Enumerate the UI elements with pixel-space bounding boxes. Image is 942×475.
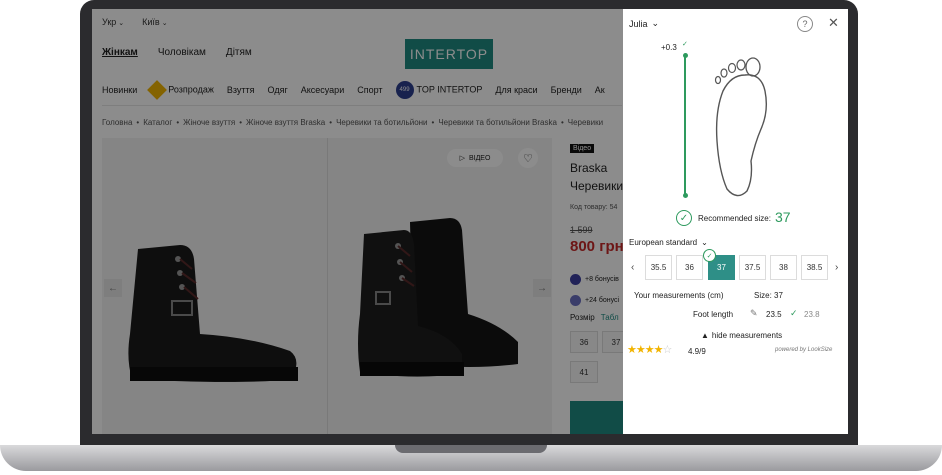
modal-overlay[interactable] [92, 9, 623, 434]
help-icon[interactable]: ? [797, 16, 813, 32]
selected-check-icon: ✓ [703, 249, 716, 262]
foot-length-label: Foot length [693, 310, 734, 319]
laptop-screen: Укр ⌄ Київ ⌄ Жінкам Чоловікам Дітям INTERT… [92, 9, 848, 434]
check-icon: ✓ [790, 308, 798, 318]
measurements-size: Size: 37 [754, 291, 783, 300]
size-option[interactable]: 38 [770, 255, 797, 280]
star-icon: ★ [644, 344, 655, 356]
size-advisor-panel: Julia ⌄ ? ✕ +0.3 ✓ ✓ Recommended size: 3… [623, 9, 848, 434]
offset-label: +0.3 [661, 43, 677, 52]
size-standard-select[interactable]: European standard ⌄ [629, 238, 708, 247]
foot-outline-icon [714, 57, 768, 197]
sizes-next-button[interactable]: › [835, 262, 838, 273]
size-option[interactable]: 37.5 [739, 255, 766, 280]
measure-line [684, 55, 686, 195]
caret-up-icon: ▲ [701, 331, 709, 340]
measure-dot [682, 193, 688, 198]
star-icon: ★ [653, 344, 664, 356]
store-page: Укр ⌄ Київ ⌄ Жінкам Чоловікам Дітям INTERT… [92, 9, 630, 434]
foot-length-reference: 23.8 [804, 310, 820, 319]
size-option[interactable]: 38.5 [801, 255, 828, 280]
measurements-title: Your measurements (cm) [634, 291, 724, 300]
size-option[interactable]: 36 [676, 255, 703, 280]
measure-dot [682, 53, 688, 58]
hide-measurements-button[interactable]: ▲ hide measurements [701, 331, 782, 340]
check-icon: ✓ [682, 41, 688, 48]
chevron-down-icon: ⌄ [651, 18, 660, 28]
close-icon[interactable]: ✕ [828, 15, 839, 31]
edit-pencil-icon[interactable]: ✎ [750, 308, 758, 319]
powered-by: powered by LookSize [775, 347, 833, 353]
chevron-right-icon: › [835, 262, 839, 273]
foot-length-value: 23.5 [766, 310, 782, 319]
size-option[interactable]: 35.5 [645, 255, 672, 280]
chevron-down-icon: ⌄ [701, 238, 708, 247]
star-icon: ★ [635, 344, 646, 356]
recommended-label: Recommended size: [698, 214, 771, 223]
sizes-prev-button[interactable]: ‹ [631, 262, 634, 273]
star-half-icon: ☆ [662, 344, 673, 356]
profile-select[interactable]: Julia ⌄ [629, 18, 659, 29]
chevron-left-icon: ‹ [631, 262, 635, 273]
rating-stars: ★★★★☆ [627, 343, 673, 356]
recommended-size: 37 [775, 209, 791, 225]
rating-value: 4.9/9 [688, 347, 706, 356]
recommended-check-icon: ✓ [676, 210, 692, 226]
laptop-notch [395, 445, 547, 453]
star-icon: ★ [627, 344, 637, 356]
